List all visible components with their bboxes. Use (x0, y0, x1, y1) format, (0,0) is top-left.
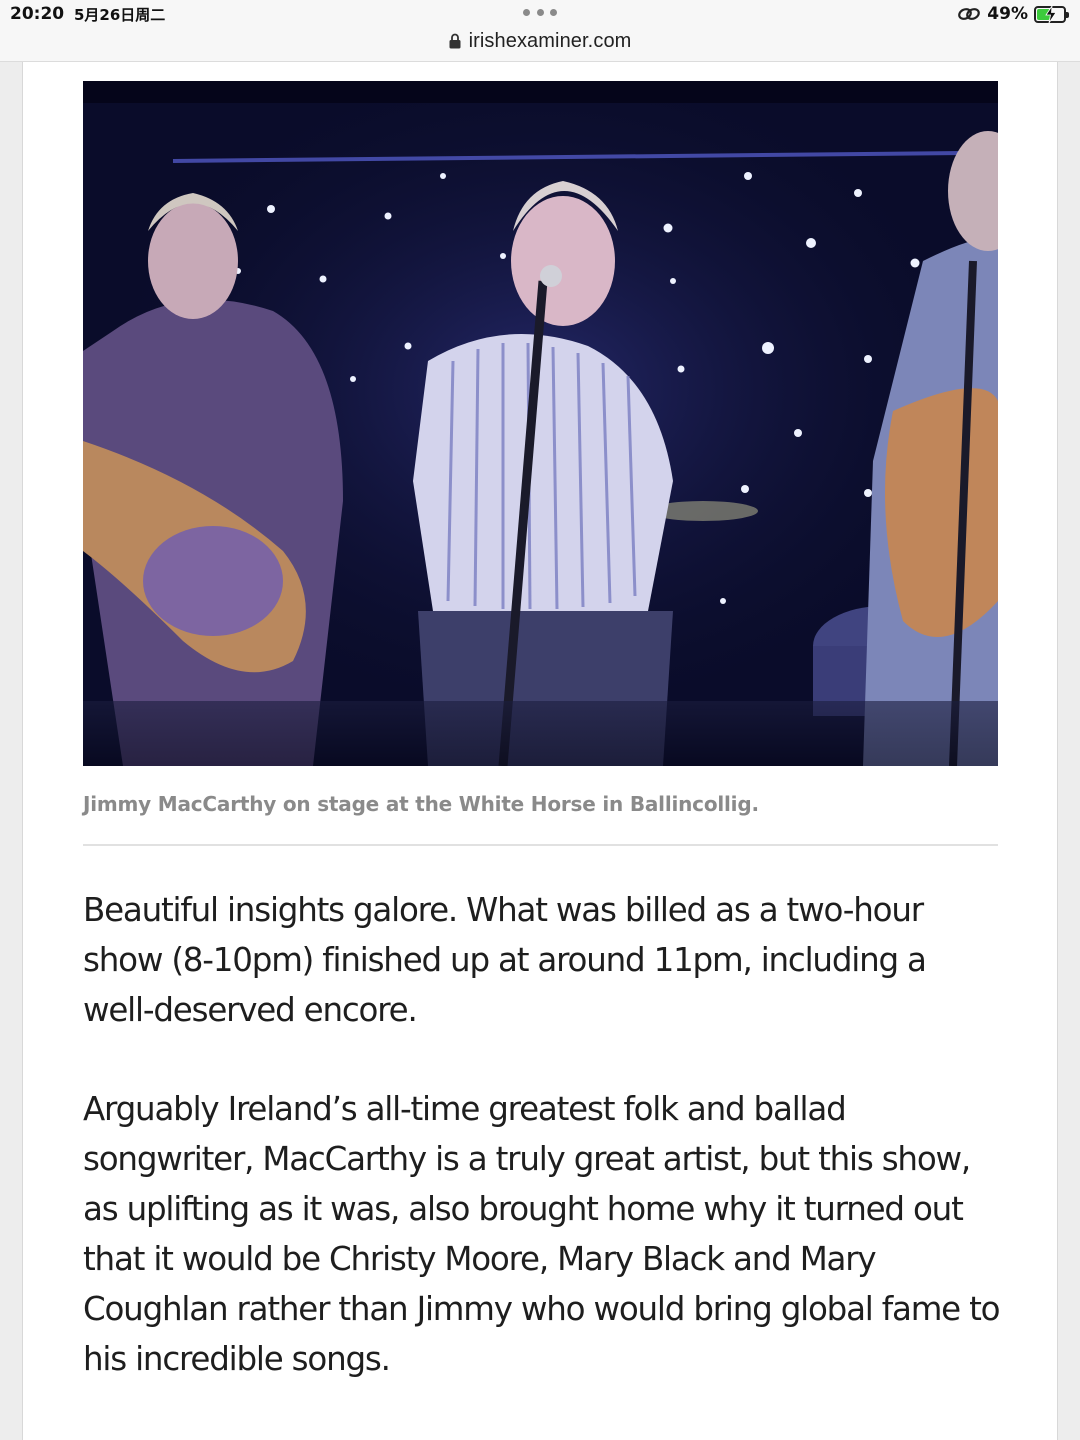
battery-icon (1034, 5, 1069, 23)
lock-icon (449, 33, 461, 49)
image-caption: Jimmy MacCarthy on stage at the White Ho… (83, 792, 759, 816)
address-bar[interactable]: irishexaminer.com (0, 26, 1080, 56)
article-photo (83, 81, 998, 766)
browser-status-bar: 20:20 5月26日周二 49% irishexaminer.com (0, 0, 1080, 62)
battery-percent: 49% (987, 4, 1028, 24)
article-paragraph: Arguably Ireland’s all-time greatest fol… (83, 1090, 1001, 1378)
status-indicators: 49% (957, 3, 1069, 25)
charging-bolt-icon (1045, 5, 1057, 23)
status-date: 5月26日周二 (74, 6, 166, 24)
status-time: 20:20 (10, 4, 65, 24)
caption-divider (83, 844, 998, 846)
more-dots-icon[interactable] (523, 4, 557, 20)
article-paragraph: Beautiful insights galore. What was bill… (83, 891, 927, 1029)
url-text[interactable]: irishexaminer.com (469, 30, 632, 53)
article-page: Jimmy MacCarthy on stage at the White Ho… (22, 62, 1058, 1440)
link-icon (958, 8, 981, 20)
stage-photo-illustration (83, 81, 998, 766)
